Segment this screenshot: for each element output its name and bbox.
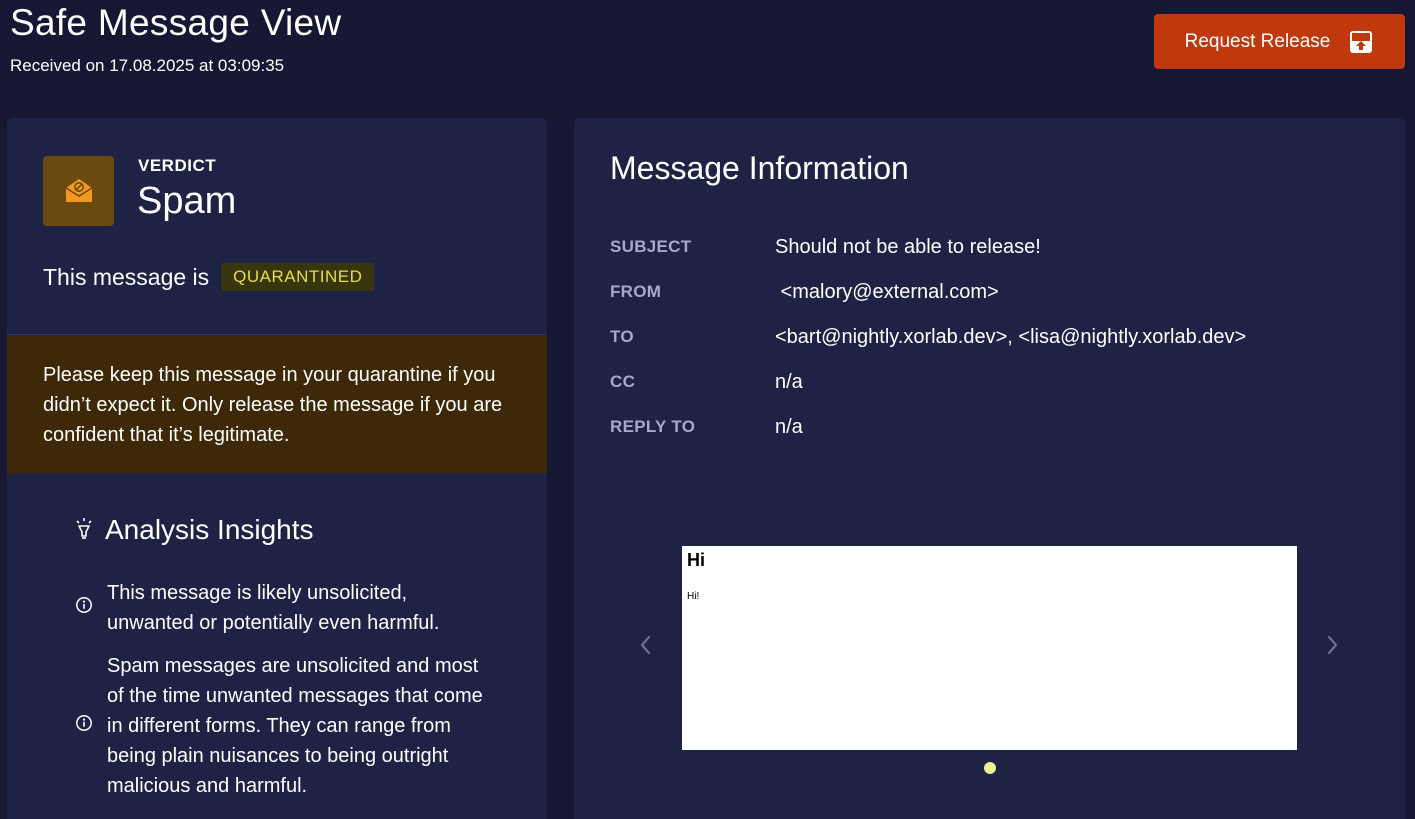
field-label: REPLY TO [610,417,696,436]
insight-text: Spam messages are unsolicited and most o… [107,655,483,797]
preview-body: Hi! [687,591,700,602]
verdict-value: Spam [137,180,237,222]
field-to: TO <bart@nightly.xorlab.dev>, <lisa@nigh… [610,322,1246,352]
carousel-dot[interactable] [984,762,996,774]
page-title: Safe Message View [10,2,342,43]
field-subject: SUBJECT Should not be able to release! [610,232,1041,262]
field-label: TO [610,327,634,346]
verdict-label: VERDICT [138,156,217,175]
field-value: n/a [775,415,803,438]
warning-banner: Please keep this message in your quarant… [7,336,547,474]
field-from: FROM <malory@external.com> [610,277,999,307]
verdict-card: VERDICT Spam This message is QUARANTINED… [7,118,547,819]
insight-item: This message is likely unsolicited, unwa… [75,578,495,638]
carousel-prev-button[interactable] [636,632,656,658]
request-release-label: Request Release [1184,30,1331,52]
chevron-left-icon [640,635,651,655]
info-icon [75,711,93,741]
analysis-insights-heading: Analysis Insights [75,514,314,546]
insight-text: This message is likely unsolicited, unwa… [107,582,440,634]
warning-text: Please keep this message in your quarant… [43,364,503,446]
chevron-right-icon [1327,635,1338,655]
status-badge: QUARANTINED [221,263,375,291]
status-prefix: This message is [43,263,210,290]
spam-envelope-icon [43,156,114,226]
field-reply-to: REPLY TO n/a [610,412,803,442]
message-preview: Hi Hi! [682,546,1297,750]
message-information-title: Message Information [610,150,909,186]
preview-heading: Hi [687,550,705,570]
field-label: FROM [610,282,662,301]
release-upload-icon [1348,29,1374,55]
received-timestamp: Received on 17.08.2025 at 03:09:35 [10,56,285,75]
divider [7,334,547,335]
status-line: This message is QUARANTINED [43,263,375,291]
message-information-card: Message Information SUBJECT Should not b… [574,118,1405,819]
field-value: n/a [775,370,803,393]
info-icon [75,593,93,623]
lightbulb-icon [75,514,93,546]
field-value: <bart@nightly.xorlab.dev>, <lisa@nightly… [775,325,1247,348]
field-value: Should not be able to release! [775,235,1041,258]
field-cc: CC n/a [610,367,803,397]
field-label: SUBJECT [610,237,692,256]
carousel-next-button[interactable] [1322,632,1342,658]
field-label: CC [610,372,636,391]
request-release-button[interactable]: Request Release [1154,14,1405,69]
field-value: <malory@external.com> [775,280,999,303]
analysis-insights-title: Analysis Insights [105,514,314,545]
insight-item: Spam messages are unsolicited and most o… [75,651,495,801]
